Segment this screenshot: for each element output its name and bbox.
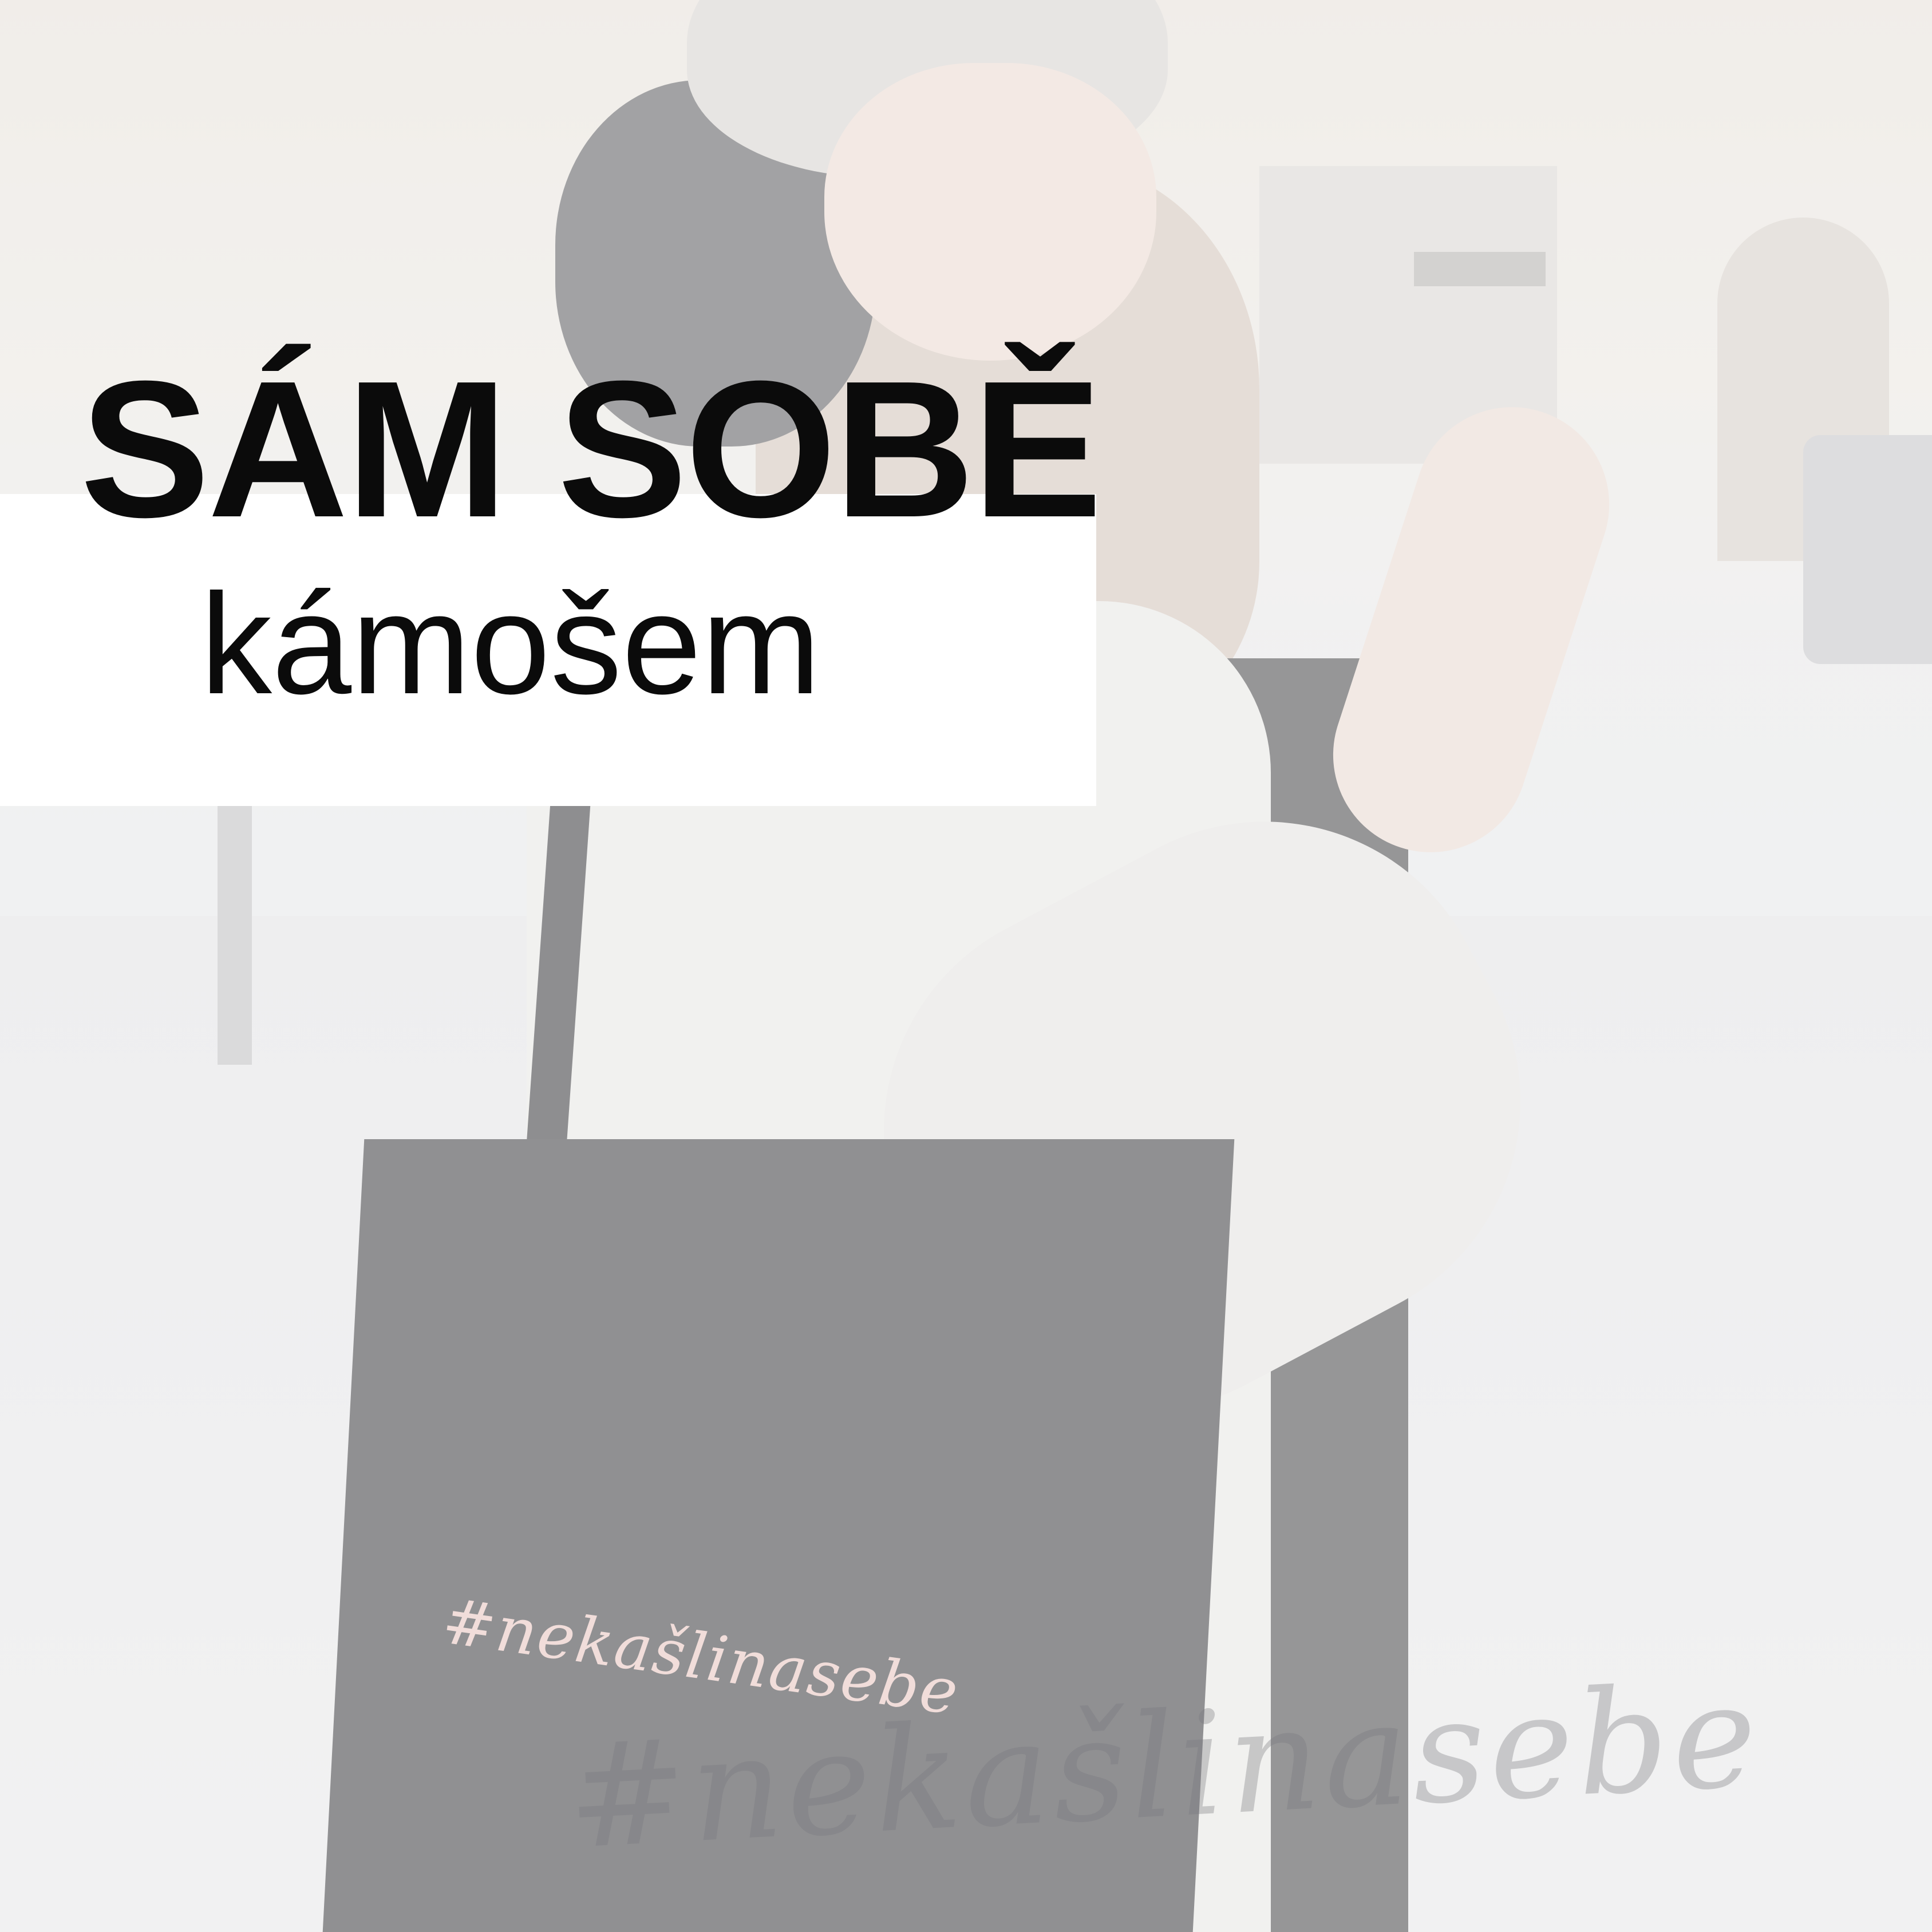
title-sub: kámošem	[200, 564, 821, 724]
title-main: SÁM SOBĚ	[80, 341, 1103, 558]
white-overlay	[0, 0, 1932, 1932]
poster: #nekašlinasebe #nekašlinasebe SÁM SOBĚ k…	[0, 0, 1932, 1932]
